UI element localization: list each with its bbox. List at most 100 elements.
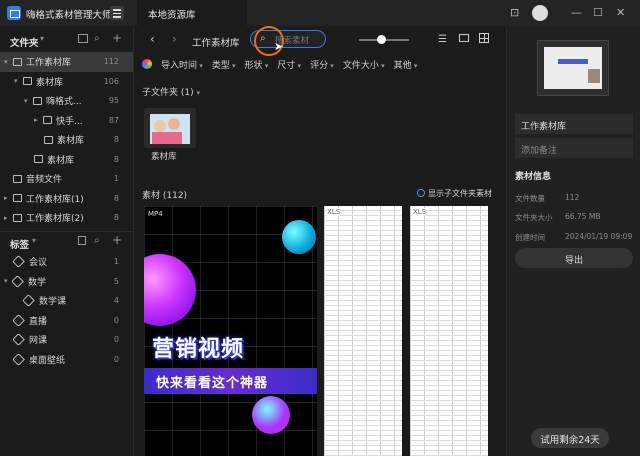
folder-item[interactable]: 音频文件 1 — [0, 169, 133, 189]
bookmark-icon[interactable] — [78, 236, 86, 245]
folder-label: 素材库 — [36, 77, 64, 88]
folder-name-field[interactable]: 工作素材库 — [515, 114, 633, 134]
sort-icon[interactable]: ▾ — [32, 236, 36, 245]
folder-item[interactable]: ▾ 素材库 106 — [0, 72, 133, 92]
info-value: 66.75 MB — [565, 212, 601, 221]
tag-list: 会议 1 ▾ 数学 5 数学课 4 直播 0 网课 0 桌面壁纸 0 — [0, 252, 133, 369]
export-button[interactable]: 导出 — [515, 248, 633, 268]
folder-item[interactable]: 素材库 8 — [0, 130, 133, 150]
grid-view-icon[interactable] — [479, 33, 489, 43]
expand-icon[interactable]: ▸ — [34, 116, 42, 124]
tag-icon — [22, 294, 35, 308]
format-badge: XLS — [327, 208, 341, 216]
expand-icon[interactable]: ▾ — [24, 97, 32, 105]
folder-icon — [13, 213, 22, 222]
sort-icon[interactable]: ▾ — [40, 34, 44, 43]
back-icon[interactable]: ‹ — [150, 32, 155, 46]
expand-icon[interactable]: ▾ — [14, 77, 22, 85]
tag-icon — [11, 274, 24, 288]
main-panel: ‹ › 工作素材库 搜索素材 ⌕ ➤ ☰ 导入时间 类型 形状 尺寸 评分 文件… — [134, 26, 506, 456]
show-subfolder-label: 显示子文件夹素材 — [428, 189, 492, 198]
filter-import-time[interactable]: 导入时间 — [161, 58, 203, 71]
folder-item[interactable]: ▸ 工作素材库(2) 8 — [0, 208, 133, 228]
folder-label: 音频文件 — [26, 175, 63, 186]
folder-item[interactable]: ▾ 工作素材库 112 — [0, 52, 133, 72]
asset-card-xls[interactable]: XLS — [324, 206, 402, 456]
tag-item[interactable]: 会议 1 — [0, 252, 133, 272]
filter-other[interactable]: 其他 — [394, 58, 418, 71]
folder-count: 8 — [113, 154, 119, 164]
add-tag-icon[interactable]: + — [112, 233, 122, 247]
expand-icon[interactable]: ▸ — [4, 194, 12, 202]
folders-header: 文件夹 — [10, 38, 39, 49]
tag-item[interactable]: 桌面壁纸 0 — [0, 350, 133, 370]
spreadsheet-preview — [324, 206, 402, 456]
folder-icon — [34, 155, 43, 164]
subfolder-header[interactable]: 子文件夹 (1) ▾ — [142, 85, 200, 98]
decor-orb — [252, 396, 290, 434]
tag-label: 桌面壁纸 — [29, 355, 66, 366]
info-value: 112 — [565, 193, 580, 202]
filter-size[interactable]: 尺寸 — [277, 58, 301, 71]
show-subfolder-toggle[interactable]: 显示子文件夹素材 — [417, 188, 492, 199]
breadcrumb[interactable]: 工作素材库 — [192, 35, 240, 49]
title-bar: 嗨格式素材管理大师 本地资源库 ⊡ — ☐ ✕ — [0, 0, 640, 26]
folder-label: 工作素材库(2) — [26, 214, 84, 225]
video-subtitle: 快来看看这个神器 — [144, 368, 317, 394]
app-title: 嗨格式素材管理大师 — [26, 10, 112, 21]
tag-icon — [12, 313, 25, 327]
close-button[interactable]: ✕ — [616, 7, 625, 18]
trial-button[interactable]: 试用剩余24天 — [531, 428, 609, 448]
checkbox-icon[interactable] — [417, 189, 425, 197]
color-filter-icon[interactable] — [142, 59, 152, 69]
thumbnail-clothing — [152, 132, 182, 144]
maximize-button[interactable]: ☐ — [593, 7, 603, 18]
folder-count: 8 — [113, 193, 119, 203]
folder-item[interactable]: ▸ 工作素材库(1) 8 — [0, 189, 133, 209]
folder-label: 工作素材库(1) — [26, 194, 84, 205]
app-logo-icon — [7, 6, 21, 20]
layout-icon[interactable] — [459, 34, 469, 42]
filter-type[interactable]: 类型 — [212, 58, 236, 71]
search-icon[interactable]: ⌕ — [94, 33, 100, 44]
filter-shape[interactable]: 形状 — [245, 58, 269, 71]
tag-label: 直播 — [29, 316, 48, 327]
filter-file-size[interactable]: 文件大小 — [343, 58, 385, 71]
tag-item[interactable]: 数学课 4 — [0, 291, 133, 311]
assets-header: 素材 (112) — [142, 191, 188, 201]
tag-item[interactable]: 网课 0 — [0, 330, 133, 350]
subfolder-thumbnail[interactable] — [144, 108, 196, 148]
tag-item[interactable]: ▾ 数学 5 — [0, 272, 133, 292]
note-field[interactable]: 添加备注 — [515, 138, 633, 158]
folder-item[interactable]: ▸ 快手... 87 — [0, 111, 133, 131]
asset-card-video[interactable]: MP4 营销视频 快来看看这个神器 — [144, 206, 317, 456]
search-icon[interactable]: ⌕ — [94, 235, 100, 246]
info-key: 创建时间 — [515, 233, 545, 242]
asset-card-xls[interactable]: XLS — [410, 206, 488, 456]
avatar[interactable] — [532, 5, 548, 21]
folder-count: 95 — [108, 96, 119, 106]
minimize-button[interactable]: — — [571, 7, 582, 18]
expand-icon[interactable]: ▾ — [4, 58, 12, 66]
tag-count: 5 — [113, 276, 119, 286]
folder-icon — [23, 77, 32, 86]
folder-icon — [13, 194, 22, 203]
expand-icon[interactable]: ▸ — [4, 214, 12, 222]
folder-icon — [13, 57, 22, 66]
tag-item[interactable]: 直播 0 — [0, 311, 133, 331]
collapse-icon[interactable] — [78, 34, 88, 43]
forward-icon[interactable]: › — [172, 32, 177, 46]
zoom-slider-handle[interactable] — [377, 35, 386, 44]
folder-item[interactable]: ▾ 嗨格式... 95 — [0, 91, 133, 111]
subfolder-header-label: 子文件夹 (1) — [142, 88, 194, 98]
add-folder-icon[interactable]: + — [112, 31, 122, 45]
folder-label: 素材库 — [57, 136, 85, 147]
sidebar-toggle-icon[interactable]: ⊡ — [510, 7, 519, 18]
folder-item[interactable]: 素材库 8 — [0, 150, 133, 170]
tag-icon — [12, 333, 25, 347]
filter-icon[interactable]: ☰ — [438, 34, 447, 45]
tab-local-library[interactable]: 本地资源库 — [137, 0, 247, 26]
menu-icon[interactable] — [110, 6, 124, 20]
tag-label: 会议 — [29, 258, 48, 269]
filter-rating[interactable]: 评分 — [310, 58, 334, 71]
